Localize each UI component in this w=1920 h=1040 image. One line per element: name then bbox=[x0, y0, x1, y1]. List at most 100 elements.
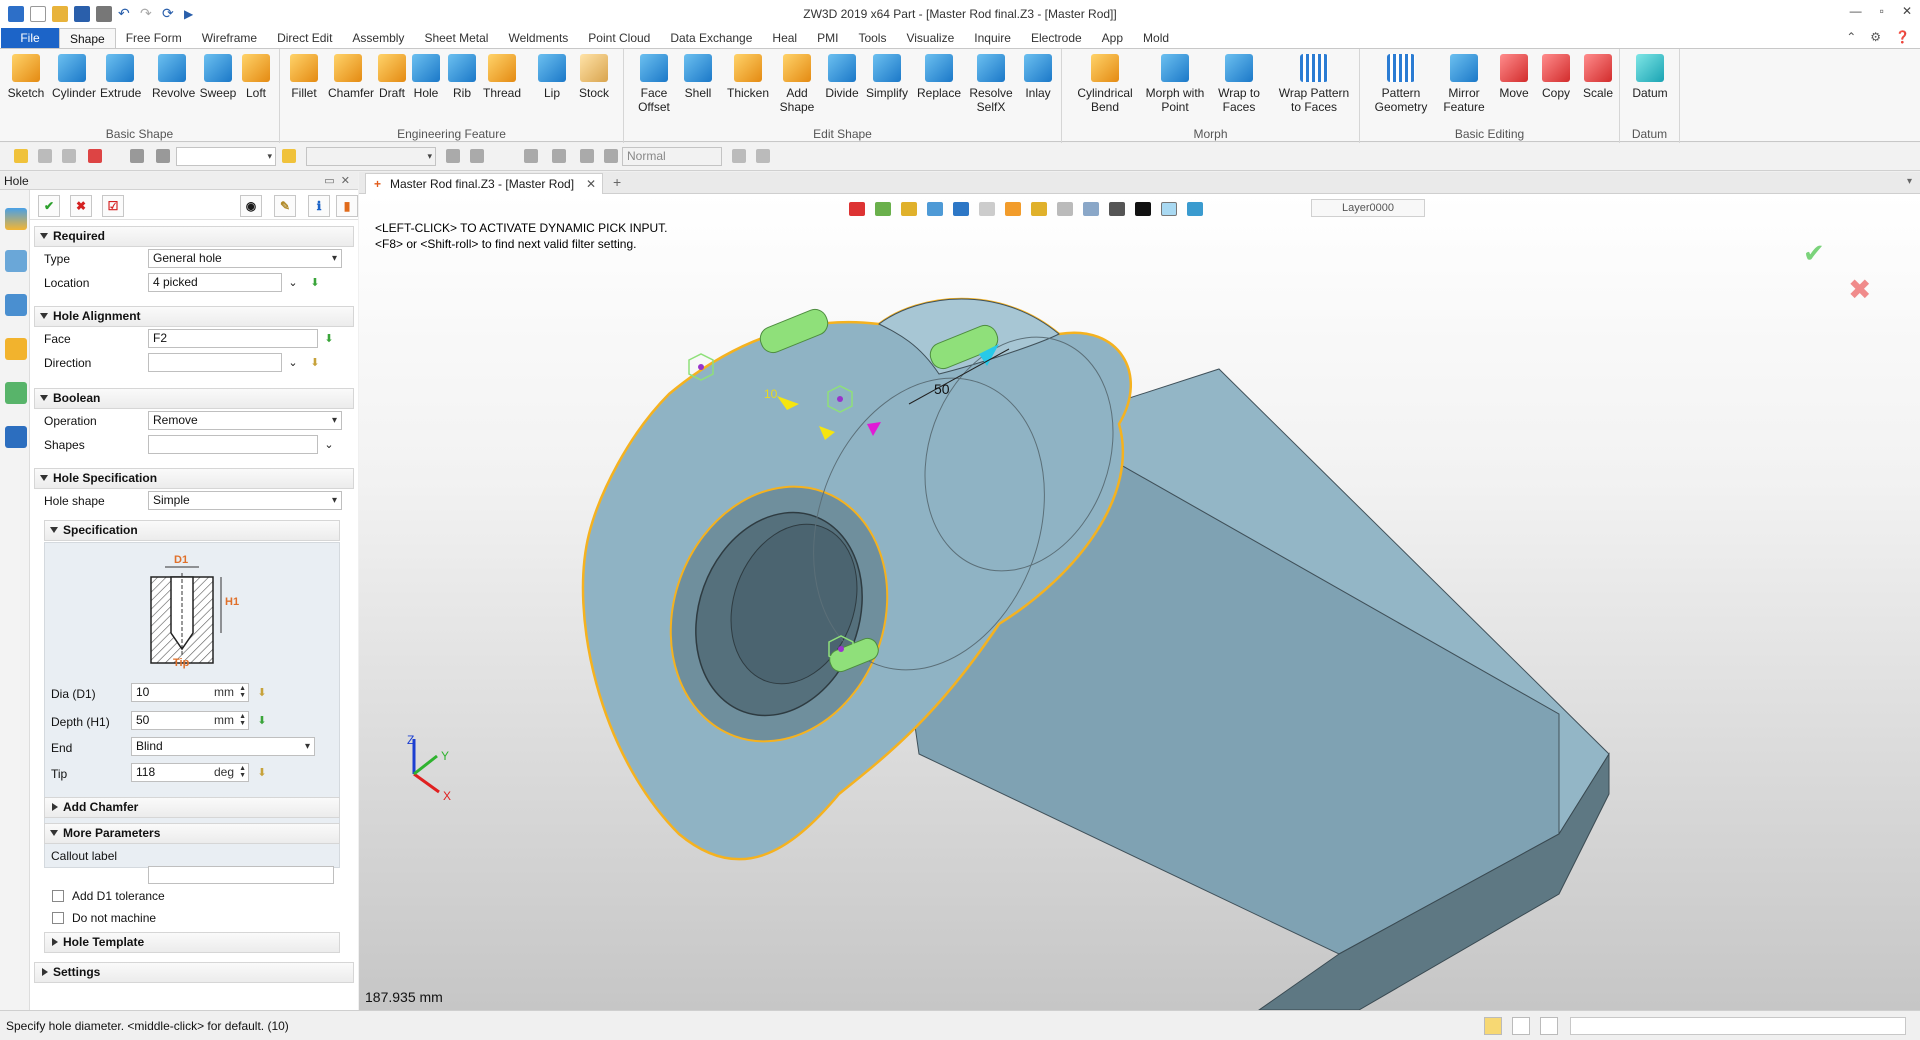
user-icon[interactable] bbox=[5, 426, 27, 448]
direction-field[interactable] bbox=[148, 353, 282, 372]
tab-pmi[interactable]: PMI bbox=[807, 28, 848, 48]
color-black-swatch[interactable] bbox=[1135, 202, 1151, 216]
stock-button[interactable]: Stock bbox=[574, 54, 614, 100]
tab-electrode[interactable]: Electrode bbox=[1021, 28, 1092, 48]
pick-arrow-icon[interactable]: ⬇ bbox=[308, 276, 322, 290]
line-filter-icon[interactable] bbox=[62, 149, 76, 163]
divide-button[interactable]: Divide bbox=[822, 54, 862, 100]
end-select[interactable]: Blind bbox=[131, 737, 315, 756]
point-filter-icon[interactable] bbox=[88, 149, 102, 163]
settings-icon[interactable] bbox=[604, 149, 618, 163]
tab-weldments[interactable]: Weldments bbox=[498, 28, 578, 48]
direction-pick-icon[interactable]: ⬇ bbox=[308, 356, 322, 370]
collapse-ribbon-icon[interactable]: ⌃ bbox=[1846, 30, 1856, 44]
assembly-tree-icon[interactable] bbox=[5, 294, 27, 316]
face-field[interactable]: F2 bbox=[148, 329, 318, 348]
face-offset-button[interactable]: Face Offset bbox=[632, 54, 676, 114]
background-icon[interactable] bbox=[1109, 202, 1125, 216]
viewport-ok-icon[interactable]: ✔ bbox=[1803, 238, 1825, 269]
cylinder-button[interactable]: Cylinder bbox=[52, 54, 96, 100]
shapes-field[interactable] bbox=[148, 435, 318, 454]
history-tree-icon[interactable] bbox=[5, 250, 27, 272]
cancel-button[interactable]: ✖ bbox=[70, 195, 92, 217]
section-add-chamfer[interactable]: Add Chamfer bbox=[44, 797, 340, 818]
cube-view-icon[interactable] bbox=[927, 202, 943, 216]
operation-select[interactable]: Remove bbox=[148, 411, 342, 430]
distribute-icon[interactable] bbox=[470, 149, 484, 163]
status-input-box[interactable] bbox=[1570, 1017, 1906, 1035]
tab-inquire[interactable]: Inquire bbox=[964, 28, 1021, 48]
document-tab[interactable]: + Master Rod final.Z3 - [Master Rod] ✕ bbox=[365, 173, 603, 194]
help-icon[interactable]: ❓ bbox=[1895, 30, 1910, 44]
section-hole-template[interactable]: Hole Template bbox=[44, 932, 340, 953]
section-settings[interactable]: Settings bbox=[34, 962, 354, 983]
section-required[interactable]: Required bbox=[34, 226, 354, 247]
sweep-button[interactable]: Sweep bbox=[198, 54, 238, 100]
face-pick-icon[interactable]: ⬇ bbox=[322, 332, 336, 346]
stack-icon[interactable] bbox=[552, 149, 566, 163]
hole-shape-select[interactable]: Simple bbox=[148, 491, 342, 510]
revolve-button[interactable]: Revolve bbox=[152, 54, 195, 100]
help-book-icon[interactable]: ▮ bbox=[336, 195, 358, 217]
loft-button[interactable]: Loft bbox=[236, 54, 276, 100]
tab-wireframe[interactable]: Wireframe bbox=[192, 28, 267, 48]
smart-pick-icon[interactable] bbox=[282, 149, 296, 163]
scale-button[interactable]: Scale bbox=[1578, 54, 1618, 100]
display-mode-icon[interactable] bbox=[875, 202, 891, 216]
new-tab-plus-icon[interactable]: + bbox=[613, 174, 621, 190]
location-field[interactable]: 4 picked bbox=[148, 273, 282, 292]
wrap-to-faces-button[interactable]: Wrap to Faces bbox=[1214, 54, 1264, 114]
ok-button[interactable]: ✔ bbox=[38, 195, 60, 217]
color-blue-swatch[interactable] bbox=[1161, 202, 1177, 216]
shell-button[interactable]: Shell bbox=[678, 54, 718, 100]
depth-variable-icon[interactable]: ⬇ bbox=[255, 714, 269, 728]
replace-button[interactable]: Replace bbox=[916, 54, 962, 100]
brush-icon[interactable]: ✎ bbox=[274, 195, 296, 217]
section-boolean[interactable]: Boolean bbox=[34, 388, 354, 409]
refresh-icon[interactable] bbox=[756, 149, 770, 163]
connecting-rod-model[interactable]: 50 10 Z Y X bbox=[359, 194, 1920, 1010]
restore-button[interactable]: ▫ bbox=[1880, 4, 1884, 18]
tab-data-exchange[interactable]: Data Exchange bbox=[660, 28, 762, 48]
sketch-button[interactable]: Sketch bbox=[6, 54, 46, 100]
filter-list-combo[interactable]: ▾ bbox=[306, 147, 436, 166]
render-mode-combo[interactable]: Normal bbox=[622, 147, 722, 166]
tab-close-icon[interactable]: ✕ bbox=[586, 174, 596, 194]
status-window-icon[interactable] bbox=[1540, 1017, 1558, 1035]
group-icon[interactable] bbox=[580, 149, 594, 163]
feature-filter-icon[interactable] bbox=[156, 149, 170, 163]
expand-double-chevron-icon[interactable]: ⌄ bbox=[286, 276, 300, 290]
do-not-machine-checkbox[interactable] bbox=[52, 912, 64, 924]
tab-visualize[interactable]: Visualize bbox=[896, 28, 964, 48]
pick-cursor-icon[interactable] bbox=[14, 149, 28, 163]
resolve-selfx-button[interactable]: Resolve SelfX bbox=[968, 54, 1014, 114]
zoom-fit-icon[interactable] bbox=[1031, 202, 1047, 216]
tab-list-icon[interactable]: ▾ bbox=[1907, 176, 1912, 187]
sort-icon[interactable] bbox=[524, 149, 538, 163]
pencil-icon[interactable] bbox=[901, 202, 917, 216]
move-button[interactable]: Move bbox=[1494, 54, 1534, 100]
shape-filter-icon[interactable] bbox=[130, 149, 144, 163]
tab-app[interactable]: App bbox=[1092, 28, 1133, 48]
tab-free-form[interactable]: Free Form bbox=[116, 28, 192, 48]
add-d1-tolerance-checkbox[interactable] bbox=[52, 890, 64, 902]
wrap-pattern-button[interactable]: Wrap Pattern to Faces bbox=[1274, 54, 1354, 114]
direction-expand-icon[interactable]: ⌄ bbox=[286, 356, 300, 370]
fillet-button[interactable]: Fillet bbox=[284, 54, 324, 100]
panel-pin-close[interactable]: ▭ ✕ bbox=[324, 172, 350, 190]
section-more-parameters[interactable]: More Parameters bbox=[44, 823, 340, 844]
part-icon[interactable] bbox=[5, 338, 27, 360]
hole-button[interactable]: Hole bbox=[406, 54, 446, 100]
shapes-expand-icon[interactable]: ⌄ bbox=[322, 438, 336, 452]
layer-icon[interactable] bbox=[1187, 202, 1203, 216]
morph-with-point-button[interactable]: Morph with Point bbox=[1144, 54, 1206, 114]
minimize-button[interactable]: — bbox=[1850, 4, 1862, 18]
align-icon[interactable] bbox=[446, 149, 460, 163]
apply-button[interactable]: ☑ bbox=[102, 195, 124, 217]
status-display-icon[interactable] bbox=[1512, 1017, 1530, 1035]
tip-variable-icon[interactable]: ⬇ bbox=[255, 766, 269, 780]
thread-button[interactable]: Thread bbox=[482, 54, 522, 100]
close-button[interactable]: ✕ bbox=[1902, 4, 1912, 18]
copy-button[interactable]: Copy bbox=[1536, 54, 1576, 100]
feature-panel-icon[interactable] bbox=[5, 208, 27, 230]
